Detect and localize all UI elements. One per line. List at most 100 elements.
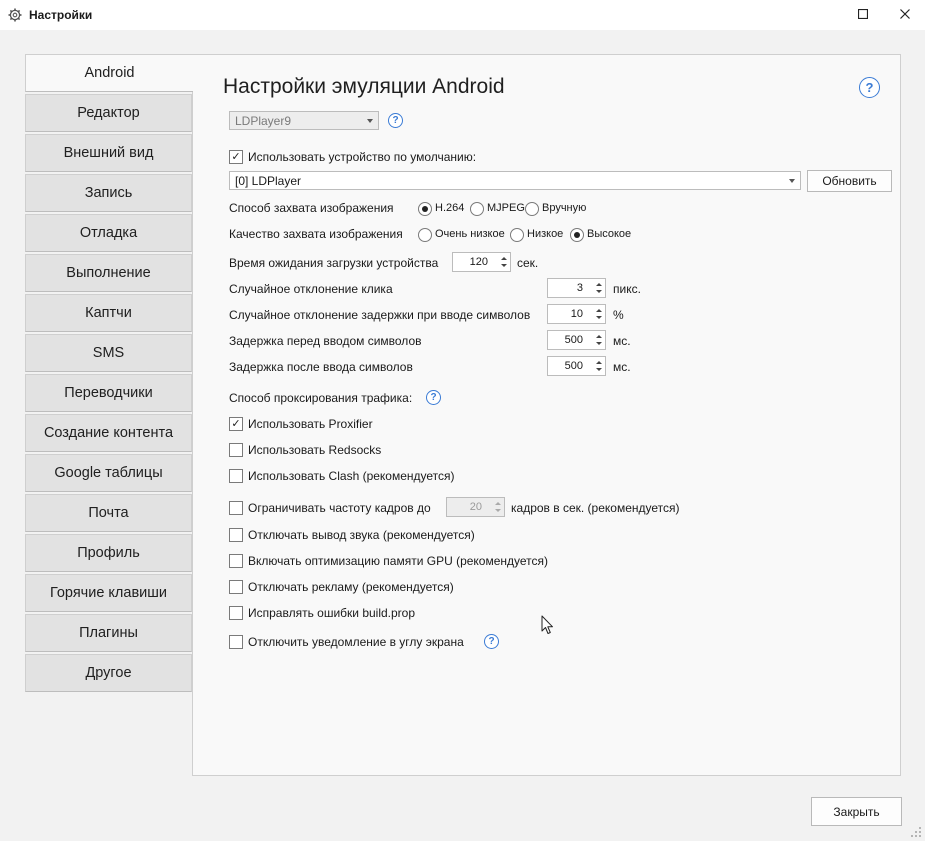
sidebar-item-sms[interactable]: SMS <box>25 334 192 372</box>
click-deviation-value: 3 <box>576 282 583 294</box>
page-title: Настройки эмуляции Android <box>223 75 505 98</box>
proxifier-checkbox[interactable]: ✓ <box>229 417 243 431</box>
spin-up-icon[interactable] <box>596 335 602 338</box>
maximize-icon <box>857 8 869 22</box>
help-icon[interactable]: ? <box>859 77 880 98</box>
sidebar-item-label: Почта <box>88 505 129 521</box>
load-timeout-spinner[interactable]: 120 <box>452 252 511 272</box>
spin-down-icon[interactable] <box>596 342 602 345</box>
load-timeout-value: 120 <box>469 256 488 268</box>
capture-h264-radio[interactable] <box>418 202 432 216</box>
capture-mjpeg-label: MJPEG <box>487 202 525 214</box>
device-select-value: [0] LDPlayer <box>235 173 302 188</box>
disable-ads-checkbox[interactable] <box>229 580 243 594</box>
sidebar-item-label: Отладка <box>79 225 138 241</box>
proxifier-label: Использовать Proxifier <box>248 417 373 431</box>
sidebar-item-translators[interactable]: Переводчики <box>25 374 192 412</box>
sidebar-item-label: Каптчи <box>85 305 132 321</box>
sidebar-item-plugins[interactable]: Плагины <box>25 614 192 652</box>
delay-before-typing-unit: мс. <box>613 334 631 348</box>
sidebar-item-label: Создание контента <box>43 425 174 441</box>
gpu-memory-label: Включать оптимизацию памяти GPU (рекомен… <box>248 554 549 568</box>
click-deviation-spinner[interactable]: 3 <box>547 278 606 298</box>
sidebar-item-label: Запись <box>84 185 133 201</box>
disable-sound-checkbox[interactable] <box>229 528 243 542</box>
spin-down-icon[interactable] <box>596 316 602 319</box>
typing-delay-deviation-unit: % <box>613 308 624 322</box>
emulator-help-icon[interactable]: ? <box>388 113 403 128</box>
proxy-method-label: Способ проксирования трафика: <box>229 391 413 405</box>
fps-value: 20 <box>469 501 482 513</box>
sidebar-item-hotkeys[interactable]: Горячие клавиши <box>25 574 192 612</box>
quality-very-low-radio[interactable] <box>418 228 432 242</box>
spin-up-icon[interactable] <box>596 309 602 312</box>
gpu-memory-checkbox[interactable] <box>229 554 243 568</box>
spin-up-icon[interactable] <box>596 283 602 286</box>
capture-h264-label: H.264 <box>435 202 465 214</box>
spin-up-icon[interactable] <box>596 361 602 364</box>
notification-help-icon[interactable]: ? <box>484 634 499 649</box>
delay-before-typing-label: Задержка перед вводом символов <box>229 334 422 348</box>
redsocks-checkbox[interactable] <box>229 443 243 457</box>
spin-down-icon[interactable] <box>501 264 507 267</box>
radio-dot <box>574 232 580 238</box>
click-deviation-label: Случайное отклонение клика <box>229 282 393 296</box>
fix-buildprop-label: Исправлять ошибки build.prop <box>248 606 416 620</box>
capture-manual-radio[interactable] <box>525 202 539 216</box>
spin-down-icon[interactable] <box>596 368 602 371</box>
sidebar-item-editor[interactable]: Редактор <box>25 94 192 132</box>
fps-spinner[interactable]: 20 <box>446 497 505 517</box>
spin-up-icon[interactable] <box>501 257 507 260</box>
chevron-down-icon <box>789 179 795 183</box>
sidebar-item-profile[interactable]: Профиль <box>25 534 192 572</box>
fix-buildprop-checkbox[interactable] <box>229 606 243 620</box>
delay-after-typing-spinner[interactable]: 500 <box>547 356 606 376</box>
disable-sound-label: Отключать вывод звука (рекомендуется) <box>248 528 475 542</box>
sidebar-item-other[interactable]: Другое <box>25 654 192 692</box>
sidebar-item-label: Плагины <box>79 625 138 641</box>
sidebar-item-label: Горячие клавиши <box>49 585 167 601</box>
quality-high-radio[interactable] <box>570 228 584 242</box>
click-deviation-unit: пикс. <box>613 282 641 296</box>
sidebar-item-appearance[interactable]: Внешний вид <box>25 134 192 172</box>
spin-up-icon[interactable] <box>495 502 501 505</box>
resize-grip-icon[interactable] <box>910 826 922 841</box>
quality-low-label: Низкое <box>527 228 564 240</box>
maximize-button[interactable] <box>843 0 883 30</box>
sidebar-item-label: Google таблицы <box>54 465 163 481</box>
clash-label: Использовать Clash (рекомендуется) <box>248 469 455 483</box>
device-select[interactable]: [0] LDPlayer <box>229 171 801 190</box>
emulator-select[interactable]: LDPlayer9 <box>229 111 379 130</box>
sidebar-item-google-sheets[interactable]: Google таблицы <box>25 454 192 492</box>
disable-corner-notification-checkbox[interactable] <box>229 635 243 649</box>
sidebar-item-captcha[interactable]: Каптчи <box>25 294 192 332</box>
capture-manual-label: Вручную <box>542 202 587 214</box>
sidebar-item-android[interactable]: Android <box>25 54 193 92</box>
capture-mjpeg-radio[interactable] <box>470 202 484 216</box>
sidebar-item-recording[interactable]: Запись <box>25 174 192 212</box>
gear-icon <box>8 8 22 25</box>
sidebar-item-label: Редактор <box>77 105 140 121</box>
capture-method-label: Способ захвата изображения <box>229 201 394 215</box>
sidebar-item-mail[interactable]: Почта <box>25 494 192 532</box>
typing-delay-deviation-spinner[interactable]: 10 <box>547 304 606 324</box>
proxy-help-icon[interactable]: ? <box>426 390 441 405</box>
clash-checkbox[interactable] <box>229 469 243 483</box>
spin-down-icon[interactable] <box>596 290 602 293</box>
load-timeout-label: Время ожидания загрузки устройства <box>229 256 439 270</box>
use-default-device-label: Использовать устройство по умолчанию: <box>248 150 477 164</box>
spin-down-icon[interactable] <box>495 509 501 512</box>
sidebar-item-content-creation[interactable]: Создание контента <box>25 414 192 452</box>
sidebar-item-debug[interactable]: Отладка <box>25 214 192 252</box>
quality-low-radio[interactable] <box>510 228 524 242</box>
title-bar: Настройки <box>0 0 925 30</box>
redsocks-label: Использовать Redsocks <box>248 443 382 457</box>
delay-before-typing-spinner[interactable]: 500 <box>547 330 606 350</box>
close-window-button[interactable] <box>885 0 925 30</box>
sidebar-item-label: SMS <box>92 345 125 361</box>
use-default-device-checkbox[interactable]: ✓ <box>229 150 243 164</box>
limit-fps-checkbox[interactable] <box>229 501 243 515</box>
sidebar-item-execution[interactable]: Выполнение <box>25 254 192 292</box>
close-button[interactable]: Закрыть <box>811 797 902 826</box>
refresh-button[interactable]: Обновить <box>807 170 892 192</box>
